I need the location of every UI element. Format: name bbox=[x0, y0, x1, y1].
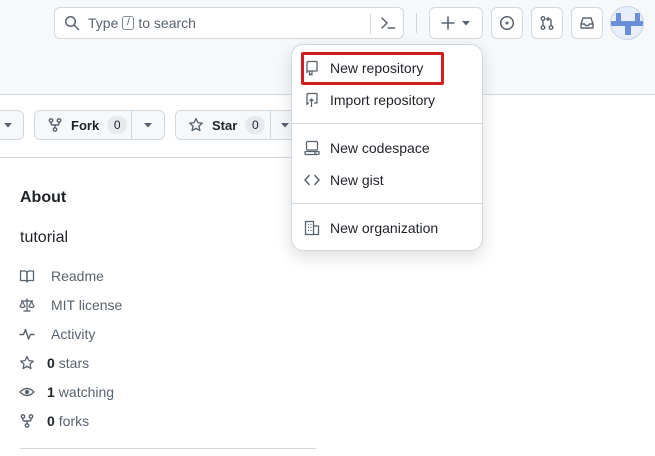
meta-label: 0 stars bbox=[47, 355, 89, 371]
menu-item-new-organization[interactable]: New organization bbox=[304, 214, 472, 242]
meta-text: forks bbox=[58, 413, 90, 429]
menu-item-label: New gist bbox=[330, 172, 384, 188]
star-label: Star bbox=[212, 117, 238, 133]
menu-item-label: New organization bbox=[330, 220, 439, 236]
eye-icon bbox=[19, 384, 35, 400]
about-heading: About bbox=[20, 189, 67, 206]
repo-push-icon bbox=[304, 92, 320, 108]
section-divider bbox=[0, 157, 315, 158]
triangle-down-icon bbox=[461, 18, 471, 28]
search-shortcut-key: / bbox=[122, 16, 135, 30]
meta-count: 0 bbox=[47, 413, 55, 429]
pull-requests-button[interactable] bbox=[531, 7, 563, 39]
star-button[interactable]: Star 0 bbox=[175, 110, 271, 140]
triangle-down-icon bbox=[143, 120, 153, 130]
menu-divider bbox=[292, 203, 482, 204]
search-suffix: to search bbox=[138, 15, 196, 31]
watchers-link[interactable]: 1 watching bbox=[19, 384, 114, 400]
stars-link[interactable]: 0 stars bbox=[19, 355, 89, 371]
create-new-menu: New repository Import repository New cod… bbox=[291, 44, 483, 251]
fork-icon bbox=[19, 413, 35, 429]
star-icon bbox=[188, 117, 204, 133]
avatar[interactable] bbox=[610, 6, 644, 40]
search-icon bbox=[64, 15, 80, 31]
menu-item-new-codespace[interactable]: New codespace bbox=[304, 134, 472, 162]
watch-dropdown-button[interactable] bbox=[0, 110, 24, 140]
repo-forked-icon bbox=[47, 117, 63, 133]
fork-counter: 0 bbox=[107, 116, 128, 134]
meta-text: stars bbox=[58, 355, 90, 371]
code-icon bbox=[304, 172, 320, 188]
meta-text: MIT license bbox=[51, 297, 123, 313]
fork-label: Fork bbox=[71, 117, 100, 133]
section-divider bbox=[20, 448, 316, 449]
menu-item-label: Import repository bbox=[330, 92, 436, 108]
repo-icon bbox=[304, 60, 320, 76]
meta-text: watching bbox=[58, 384, 115, 400]
forks-link[interactable]: 0 forks bbox=[19, 413, 89, 429]
inbox-icon bbox=[579, 15, 595, 31]
menu-item-label: New repository bbox=[330, 60, 424, 76]
activity-link[interactable]: Activity bbox=[19, 326, 95, 342]
git-pull-request-icon bbox=[539, 15, 555, 31]
meta-count: 1 bbox=[47, 384, 55, 400]
codespaces-icon bbox=[304, 140, 320, 156]
header-divider bbox=[416, 13, 417, 33]
menu-item-new-gist[interactable]: New gist bbox=[304, 166, 472, 194]
command-palette-icon[interactable] bbox=[380, 15, 396, 31]
issues-button[interactable] bbox=[491, 7, 523, 39]
triangle-down-icon bbox=[3, 120, 13, 130]
meta-label: MIT license bbox=[47, 297, 122, 313]
search-placeholder: Type / to search bbox=[88, 15, 196, 31]
menu-item-import-repository[interactable]: Import repository bbox=[304, 86, 472, 114]
create-new-button[interactable] bbox=[429, 7, 483, 39]
meta-label: 1 watching bbox=[47, 384, 114, 400]
readme-link[interactable]: Readme bbox=[19, 268, 104, 284]
menu-item-new-repository[interactable]: New repository bbox=[304, 54, 472, 82]
fork-dropdown-button[interactable] bbox=[131, 110, 165, 140]
meta-text: Readme bbox=[51, 268, 104, 284]
repo-actions: Fork 0 Star 0 bbox=[0, 110, 340, 142]
menu-divider bbox=[292, 123, 482, 124]
search-divider bbox=[370, 14, 371, 34]
plus-icon bbox=[441, 16, 455, 30]
pulse-icon bbox=[19, 326, 35, 342]
organization-icon bbox=[304, 220, 320, 236]
book-icon bbox=[19, 268, 35, 284]
star-counter: 0 bbox=[245, 116, 266, 134]
triangle-down-icon bbox=[280, 120, 290, 130]
meta-text: Activity bbox=[51, 326, 96, 342]
meta-label: 0 forks bbox=[47, 413, 89, 429]
meta-label: Readme bbox=[47, 268, 104, 284]
license-link[interactable]: MIT license bbox=[19, 297, 122, 313]
star-icon bbox=[19, 355, 35, 371]
about-description: tutorial bbox=[20, 229, 69, 246]
search-prefix: Type bbox=[88, 15, 119, 31]
law-icon bbox=[19, 297, 35, 313]
issue-opened-icon bbox=[499, 15, 515, 31]
fork-button[interactable]: Fork 0 bbox=[34, 110, 132, 140]
meta-count: 0 bbox=[47, 355, 55, 371]
inbox-button[interactable] bbox=[571, 7, 603, 39]
meta-label: Activity bbox=[47, 326, 95, 342]
search-input[interactable]: Type / to search bbox=[54, 7, 404, 39]
menu-item-label: New codespace bbox=[330, 140, 430, 156]
